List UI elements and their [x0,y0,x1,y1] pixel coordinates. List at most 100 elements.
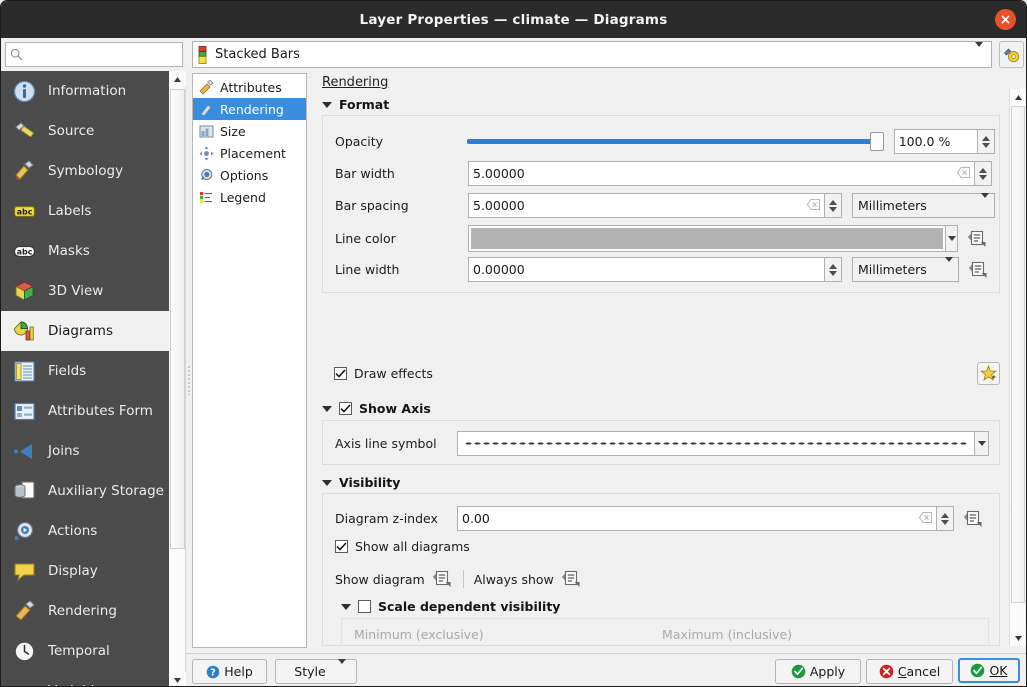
always-show-data-defined-override-icon[interactable] [560,568,582,590]
bar-width-input[interactable]: 5.00000 [468,161,975,186]
diagram-z-index-label: Diagram z-index [335,511,457,526]
attributes-form-icon [11,398,37,424]
line-width-stepper[interactable] [825,257,842,282]
sidebar-item-label: Temporal [48,643,110,659]
close-icon[interactable] [995,9,1016,30]
tree-item-label: Options [220,168,268,183]
scale-dependent-visibility-checkbox[interactable] [358,600,371,613]
line-width-input[interactable]: 0.00000 [468,257,825,282]
opacity-stepper[interactable] [978,129,995,154]
cancel-circle-icon [879,664,894,679]
sidebar-item-rendering[interactable]: Rendering [1,591,169,631]
sidebar-item-joins[interactable]: Joins [1,431,169,471]
tree-item-size[interactable]: Size [193,120,306,142]
tree-item-options[interactable]: Options [193,164,306,186]
sidebar-item-symbology[interactable]: Symbology [1,151,169,191]
ok-button[interactable]: OK [958,658,1020,683]
line-width-unit-combo[interactable]: Millimeters [852,257,959,282]
size-icon [198,123,214,139]
sidebar-item-masks[interactable]: abc Masks [1,231,169,271]
show-diagram-row: Show diagram Always show [335,568,582,590]
tree-item-attributes[interactable]: Attributes [193,76,306,98]
sidebar-item-display[interactable]: Display [1,551,169,591]
sidebar-item-information[interactable]: Information [1,71,169,111]
tree-item-placement[interactable]: Placement [193,142,306,164]
window-title: Layer Properties — climate — Diagrams [360,12,668,28]
line-color-row: Line color [335,225,995,252]
bar-spacing-unit-combo[interactable]: Millimeters [852,193,995,218]
opacity-slider[interactable] [467,139,884,144]
z-index-data-defined-override-icon[interactable] [962,508,984,530]
tree-item-rendering[interactable]: Rendering [193,98,306,120]
cancel-button[interactable]: Cancel [866,659,953,684]
search-input[interactable] [5,42,183,67]
visibility-group-header[interactable]: Visibility [322,475,400,490]
sidebar-item-diagrams[interactable]: Diagrams [1,311,169,351]
chevron-down-icon [945,262,953,277]
bar-width-stepper[interactable] [975,161,992,186]
panel-splitter[interactable] [186,71,191,687]
sidebar-item-labels[interactable]: abc Labels [1,191,169,231]
sidebar-item-temporal[interactable]: Temporal [1,631,169,671]
format-group-box: Opacity 100.0 % Bar width 5.00000 [322,115,1000,293]
sidebar-scrollbar[interactable] [169,71,186,687]
sidebar-item-attributes-form[interactable]: Attributes Form [1,391,169,431]
diagram-type-combo[interactable]: Stacked Bars [192,41,992,68]
scroll-up-icon[interactable] [1010,89,1027,105]
show-diagram-data-defined-override-icon[interactable] [431,568,453,590]
style-button[interactable]: Style [275,659,357,684]
sidebar-item-variables[interactable]: ε Variables [1,671,169,687]
draw-effects-checkbox[interactable] [334,367,347,380]
sidebar-item-label: Fields [48,363,86,379]
format-group-header[interactable]: Format [322,97,389,112]
main-scrollbar[interactable] [1009,89,1025,646]
clear-icon[interactable] [919,511,932,526]
show-axis-checkbox[interactable] [339,402,352,415]
sidebar-item-auxiliary-storage[interactable]: Auxiliary Storage [1,471,169,511]
opacity-value-field[interactable]: 100.0 % [894,129,978,154]
effects-star-icon[interactable] [977,362,1000,385]
clear-icon[interactable] [957,166,970,181]
show-all-diagrams-checkbox[interactable] [335,540,348,553]
gear-icon[interactable] [999,41,1024,68]
opacity-label: Opacity [335,134,467,149]
apply-button[interactable]: Apply [775,659,861,684]
line-color-button[interactable] [468,225,946,252]
tree-item-label: Attributes [220,80,282,95]
sidebar-item-3d-view[interactable]: 3D View [1,271,169,311]
sidebar-item-actions[interactable]: Actions [1,511,169,551]
bar-spacing-input[interactable]: 5.00000 [468,193,825,218]
sidebar-item-source[interactable]: Source [1,111,169,151]
scroll-down-icon[interactable] [169,672,186,687]
chevron-down-icon [341,604,351,610]
bar-spacing-stepper[interactable] [825,193,842,218]
opacity-slider-handle[interactable] [870,132,884,151]
sidebar-item-label: Symbology [48,163,123,179]
show-axis-group-header[interactable]: Show Axis [322,401,431,416]
visibility-group-title: Visibility [339,475,400,490]
diagram-z-index-stepper[interactable] [937,506,954,531]
line-width-data-defined-override-icon[interactable] [967,259,989,281]
clear-icon[interactable] [807,198,820,213]
sidebar-item-label: Rendering [48,603,117,619]
axis-line-symbol-preview[interactable] [457,431,975,456]
tree-item-legend[interactable]: Legend [193,186,306,208]
page-title[interactable]: Rendering [322,75,388,90]
help-button[interactable]: ? Help [192,659,267,684]
sidebar-scrollbar-thumb[interactable] [170,89,185,549]
axis-line-symbol-dropdown[interactable] [975,431,989,456]
brush-icon [198,101,214,117]
search-field[interactable] [27,46,177,63]
diagram-z-index-input[interactable]: 0.00 [457,506,937,531]
fields-icon [11,358,37,384]
sidebar-item-fields[interactable]: Fields [1,351,169,391]
help-label: Help [224,664,253,679]
scale-dependent-visibility-header[interactable]: Scale dependent visibility [341,599,560,614]
scroll-up-icon[interactable] [169,71,186,87]
line-color-dropdown[interactable] [946,225,958,252]
scroll-down-icon[interactable] [1010,630,1027,646]
tree-item-label: Rendering [220,102,284,117]
main-scrollbar-thumb[interactable] [1011,106,1025,603]
line-color-data-defined-override-icon[interactable] [966,228,988,250]
line-color-swatch[interactable] [470,227,944,250]
